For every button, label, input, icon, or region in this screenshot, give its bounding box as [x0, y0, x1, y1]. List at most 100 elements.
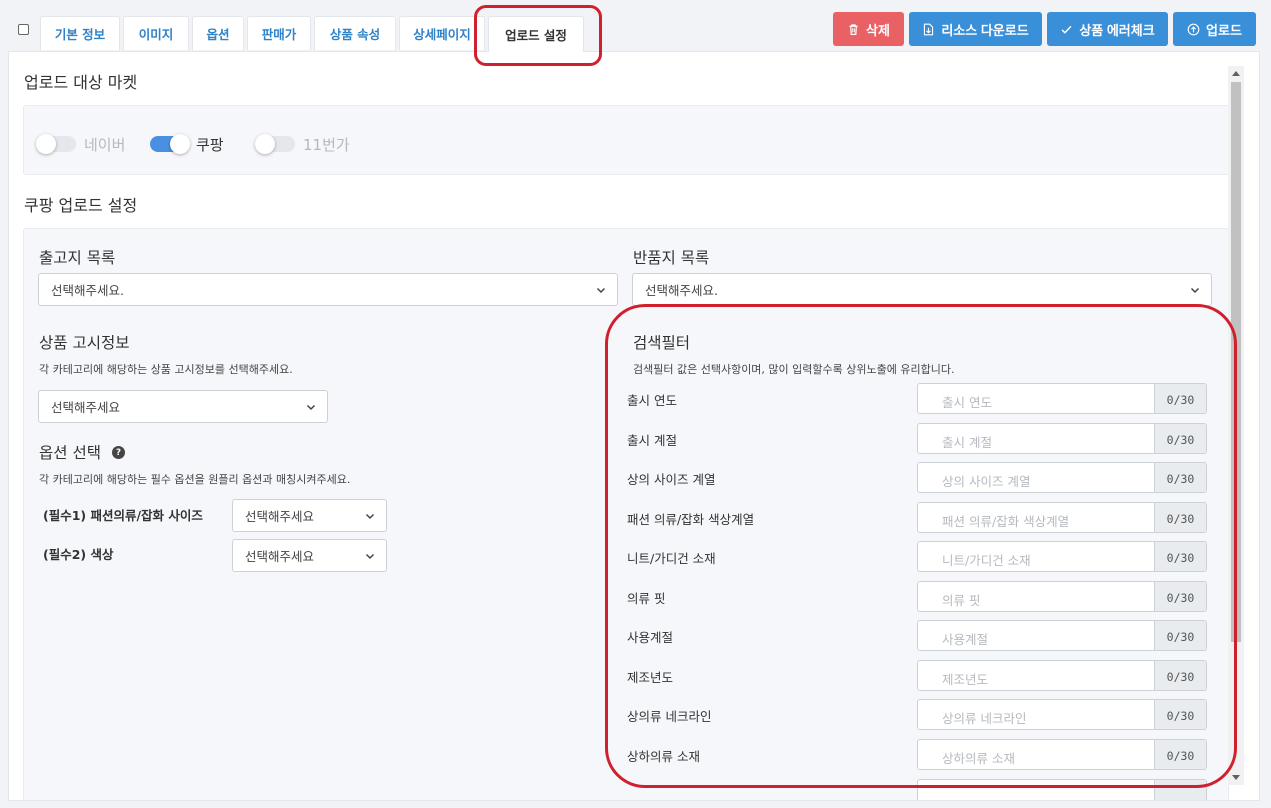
- filter-input-knit-material[interactable]: 니트/가디건 소재 0/30: [917, 541, 1207, 572]
- option-select-help: 각 카테고리에 해당하는 필수 옵션을 원플리 옵션과 매칭시켜주세요.: [39, 473, 351, 486]
- resource-download-label: 리소스 다운로드: [941, 22, 1029, 38]
- option-required-1-label: (필수1) 패션의류/잡화 사이즈: [43, 508, 203, 523]
- resource-download-button[interactable]: 리소스 다운로드: [909, 12, 1042, 46]
- filter-placeholder: 의류 핏: [942, 593, 981, 608]
- search-filter-help: 검색필터 값은 선택사항이며, 많이 입력할수록 상위노출에 유리합니다.: [633, 363, 955, 376]
- tab-detail-page[interactable]: 상세페이지: [399, 16, 485, 50]
- filter-input-material[interactable]: 상하의류 소재 0/30: [917, 739, 1207, 770]
- return-location-select[interactable]: 선택해주세요.: [632, 273, 1212, 306]
- char-counter: 0/30: [1154, 542, 1206, 571]
- coupang-settings-title: 쿠팡 업로드 설정: [24, 196, 138, 215]
- return-location-value: 선택해주세요.: [645, 283, 718, 298]
- tab-basic-info[interactable]: 기본 정보: [40, 16, 120, 50]
- filter-input-release-season[interactable]: 출시 계절 0/30: [917, 423, 1207, 454]
- return-location-label: 반품지 목록: [633, 249, 710, 267]
- scroll-down-icon[interactable]: [1232, 775, 1240, 780]
- filter-placeholder: 출시 계절: [942, 435, 992, 450]
- tab-price[interactable]: 판매가: [247, 16, 311, 50]
- select-all-checkbox[interactable]: [18, 24, 29, 35]
- option-required-2-select[interactable]: 선택해주세요: [232, 539, 387, 572]
- chevron-down-icon: [365, 513, 375, 520]
- market-toggle-coupang[interactable]: 쿠팡: [150, 134, 224, 154]
- upload-button[interactable]: 업로드: [1173, 12, 1256, 46]
- shipping-origin-label: 출고지 목록: [39, 249, 116, 267]
- delete-button-label: 삭제: [866, 22, 890, 38]
- char-counter: 0/30: [1154, 503, 1206, 532]
- filter-input-neckline[interactable]: 상의류 네크라인 0/30: [917, 699, 1207, 730]
- filter-placeholder: 출시 연도: [942, 395, 992, 410]
- char-counter: 0/30: [1154, 463, 1206, 492]
- cloud-upload-icon: [1187, 23, 1200, 35]
- error-check-button[interactable]: 상품 에러체크: [1047, 12, 1168, 46]
- tab-attributes[interactable]: 상품 속성: [314, 16, 396, 50]
- filter-label: 제조년도: [627, 670, 674, 685]
- market-toggle-naver[interactable]: 네이버: [36, 134, 126, 154]
- question-icon[interactable]: ?: [112, 446, 125, 459]
- char-counter: 0/30: [1154, 740, 1206, 769]
- notice-info-help: 각 카테고리에 해당하는 상품 고시정보를 선택해주세요.: [39, 363, 293, 376]
- tab-upload-settings[interactable]: 업로드 설정: [488, 16, 584, 52]
- char-counter: 0/30: [1154, 582, 1206, 611]
- filter-input-release-year[interactable]: 출시 연도 0/30: [917, 383, 1207, 414]
- filter-placeholder: 상하의류 소재: [942, 751, 1015, 766]
- tab-options[interactable]: 옵션: [192, 16, 244, 50]
- filter-input-fit[interactable]: 의류 핏 0/30: [917, 581, 1207, 612]
- filter-input-season[interactable]: 사용계절 0/30: [917, 620, 1207, 651]
- filter-label: 출시 계절: [627, 433, 677, 448]
- filter-input-next[interactable]: [917, 779, 1207, 800]
- file-download-icon: [924, 23, 934, 35]
- option-required-2-value: 선택해주세요: [245, 549, 315, 564]
- notice-info-select[interactable]: 선택해주세요: [38, 390, 328, 423]
- filter-label: 상의 사이즈 계열: [627, 472, 716, 487]
- scrollbar-thumb[interactable]: [1231, 82, 1241, 642]
- upload-settings-panel: 업로드 대상 마켓 네이버 쿠팡 11번가 쿠팡 업로드 설정 출고지 목록 선…: [8, 51, 1260, 801]
- char-counter: 0/30: [1154, 700, 1206, 729]
- notice-info-label: 상품 고시정보: [39, 334, 130, 352]
- scroll-up-icon[interactable]: [1232, 71, 1240, 76]
- filter-input-manufacture-year[interactable]: 제조년도 0/30: [917, 660, 1207, 691]
- filter-placeholder: 니트/가디건 소재: [942, 553, 1031, 568]
- 11st-switch[interactable]: [255, 134, 295, 154]
- char-counter: 0/30: [1154, 621, 1206, 650]
- filter-placeholder: 패션 의류/잡화 색상계열: [942, 514, 1070, 529]
- upload-label: 업로드: [1206, 22, 1242, 38]
- chevron-down-icon: [306, 404, 316, 411]
- shipping-origin-select[interactable]: 선택해주세요.: [38, 273, 618, 306]
- coupang-switch[interactable]: [150, 134, 190, 154]
- char-counter: [1154, 780, 1206, 800]
- filter-label: 출시 연도: [627, 393, 677, 408]
- char-counter: 0/30: [1154, 424, 1206, 453]
- chevron-down-icon: [596, 287, 606, 294]
- option-select-label: 옵션 선택: [39, 444, 101, 462]
- shipping-origin-value: 선택해주세요.: [51, 283, 124, 298]
- char-counter: 0/30: [1154, 661, 1206, 690]
- filter-input-top-size[interactable]: 상의 사이즈 계열 0/30: [917, 462, 1207, 493]
- option-required-2-label: (필수2) 색상: [43, 547, 114, 562]
- trash-icon: [849, 23, 858, 35]
- option-required-1-select[interactable]: 선택해주세요: [232, 499, 387, 532]
- filter-label: 사용계절: [627, 630, 674, 645]
- filter-label: 니트/가디건 소재: [627, 551, 716, 566]
- check-icon: [1061, 25, 1072, 34]
- market-toggle-11st[interactable]: 11번가: [255, 134, 350, 154]
- vertical-scrollbar[interactable]: [1228, 66, 1244, 785]
- naver-label: 네이버: [84, 135, 126, 154]
- 11st-label: 11번가: [303, 135, 350, 154]
- filter-placeholder: 상의 사이즈 계열: [942, 474, 1031, 489]
- filter-label: 상하의류 소재: [627, 749, 700, 764]
- error-check-label: 상품 에러체크: [1079, 22, 1155, 38]
- chevron-down-icon: [365, 553, 375, 560]
- market-toggle-box: 네이버 쿠팡 11번가: [23, 105, 1229, 175]
- filter-input-color-family[interactable]: 패션 의류/잡화 색상계열 0/30: [917, 502, 1207, 533]
- coupang-label: 쿠팡: [196, 135, 224, 154]
- search-filter-title: 검색필터: [633, 334, 691, 352]
- filter-placeholder: 사용계절: [942, 632, 989, 647]
- tab-images[interactable]: 이미지: [123, 16, 189, 50]
- notice-info-value: 선택해주세요: [51, 400, 121, 415]
- filter-label: 상의류 네크라인: [627, 709, 712, 724]
- char-counter: 0/30: [1154, 384, 1206, 413]
- filter-placeholder: 상의류 네크라인: [942, 711, 1027, 726]
- delete-button[interactable]: 삭제: [833, 12, 904, 46]
- filter-label: 의류 핏: [627, 591, 666, 606]
- naver-switch[interactable]: [36, 134, 76, 154]
